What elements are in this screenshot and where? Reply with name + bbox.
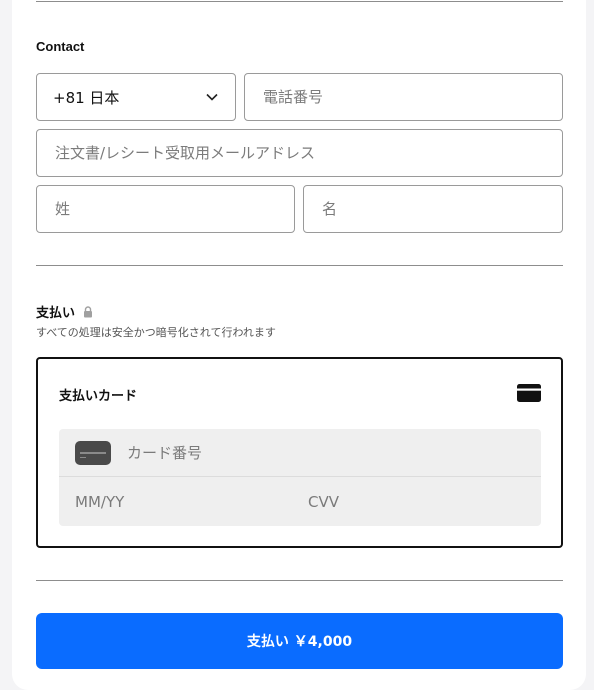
payment-section-title: 支払い bbox=[36, 302, 93, 321]
first-name-input[interactable] bbox=[322, 200, 544, 218]
country-code-select[interactable]: +81 日本 bbox=[36, 73, 236, 121]
contact-section-title: Contact bbox=[36, 39, 85, 54]
checkout-card: Contact +81 日本 支払い すべての処理は安全かつ暗号化されて行われま… bbox=[12, 0, 586, 690]
payment-card-title: 支払いカード bbox=[59, 389, 138, 404]
lock-icon bbox=[83, 306, 93, 321]
card-chip-icon bbox=[75, 440, 111, 465]
credit-card-icon bbox=[517, 384, 541, 406]
country-code-value: +81 日本 bbox=[53, 88, 120, 107]
email-input[interactable] bbox=[55, 144, 544, 162]
pay-button[interactable]: 支払い ￥4,000 bbox=[36, 613, 563, 669]
email-field[interactable] bbox=[36, 129, 563, 177]
phone-input[interactable] bbox=[263, 88, 544, 106]
card-input-group bbox=[59, 429, 541, 526]
payment-title-text: 支払い bbox=[36, 305, 76, 320]
payment-divider bbox=[36, 580, 563, 581]
last-name-field[interactable] bbox=[36, 185, 295, 233]
last-name-input[interactable] bbox=[55, 200, 276, 218]
expiry-cvv-row bbox=[59, 477, 541, 526]
card-number-input[interactable] bbox=[127, 443, 507, 462]
first-name-field[interactable] bbox=[303, 185, 563, 233]
chevron-down-icon bbox=[205, 90, 219, 104]
payment-card-box: 支払いカード bbox=[36, 357, 563, 548]
card-number-row[interactable] bbox=[59, 429, 541, 477]
phone-field[interactable] bbox=[244, 73, 563, 121]
top-divider bbox=[36, 1, 563, 2]
cvv-input[interactable] bbox=[308, 492, 508, 511]
contact-divider bbox=[36, 265, 563, 266]
payment-subtitle: すべての処理は安全かつ暗号化されて行われます bbox=[36, 326, 276, 339]
expiry-input[interactable] bbox=[75, 492, 275, 511]
